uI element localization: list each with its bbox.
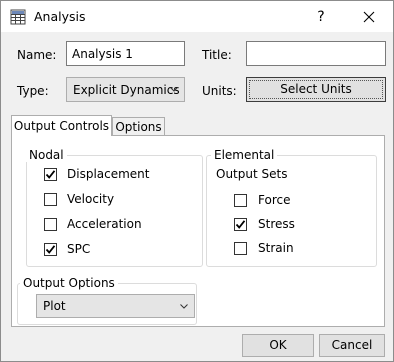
velocity-checkbox[interactable] xyxy=(44,193,57,206)
analysis-dialog: Analysis ? Name: Title: Type: Explicit D… xyxy=(0,0,394,362)
title-label: Title: xyxy=(202,48,232,62)
spc-checkbox[interactable] xyxy=(44,243,57,256)
output-options-title: Output Options xyxy=(20,276,118,290)
check-icon xyxy=(235,220,246,229)
type-select-value: Explicit Dynamics xyxy=(73,83,180,97)
output-controls-panel: Nodal Displacement Velocity Acceleration… xyxy=(11,135,385,327)
strain-checkbox[interactable] xyxy=(234,242,247,255)
nodal-group-title: Nodal xyxy=(26,148,67,162)
stress-checkbox[interactable] xyxy=(234,218,247,231)
units-label: Units: xyxy=(202,84,237,98)
focus-ring xyxy=(249,80,383,99)
title-bar: Analysis ? xyxy=(1,1,393,32)
chevron-down-icon xyxy=(170,87,178,92)
name-label: Name: xyxy=(17,48,57,62)
select-units-button[interactable]: Select Units xyxy=(246,77,386,102)
displacement-checkbox[interactable] xyxy=(44,168,57,181)
ok-button[interactable]: OK xyxy=(242,334,314,357)
stress-label: Stress xyxy=(258,217,295,231)
velocity-label: Velocity xyxy=(67,192,115,206)
force-label: Force xyxy=(258,193,291,207)
close-button[interactable] xyxy=(351,5,387,29)
output-options-value: Plot xyxy=(43,299,66,313)
check-icon xyxy=(45,245,56,254)
cancel-label: Cancel xyxy=(331,338,373,352)
help-button[interactable]: ? xyxy=(307,5,335,29)
close-icon xyxy=(363,11,375,23)
chevron-down-icon xyxy=(180,304,188,309)
type-select[interactable]: Explicit Dynamics xyxy=(66,77,185,102)
displacement-label: Displacement xyxy=(67,167,150,181)
acceleration-checkbox[interactable] xyxy=(44,218,57,231)
tab-output-controls-label: Output Controls xyxy=(13,119,110,133)
tab-options-label: Options xyxy=(115,120,162,134)
spc-label: SPC xyxy=(67,242,91,256)
output-options-select[interactable]: Plot xyxy=(36,294,195,318)
force-checkbox[interactable] xyxy=(234,194,247,207)
grid-table-icon xyxy=(10,9,26,25)
strain-label: Strain xyxy=(258,241,294,255)
tab-options[interactable]: Options xyxy=(112,117,165,136)
ok-label: OK xyxy=(269,338,287,352)
tab-output-controls[interactable]: Output Controls xyxy=(11,115,112,136)
window-title: Analysis xyxy=(34,9,86,24)
acceleration-label: Acceleration xyxy=(67,217,142,231)
type-label: Type: xyxy=(17,84,49,98)
elemental-group-title: Elemental xyxy=(211,148,278,162)
output-sets-label: Output Sets xyxy=(216,167,288,181)
name-input[interactable] xyxy=(66,41,185,66)
title-input[interactable] xyxy=(246,41,386,66)
cancel-button[interactable]: Cancel xyxy=(319,334,385,357)
check-icon xyxy=(45,170,56,179)
